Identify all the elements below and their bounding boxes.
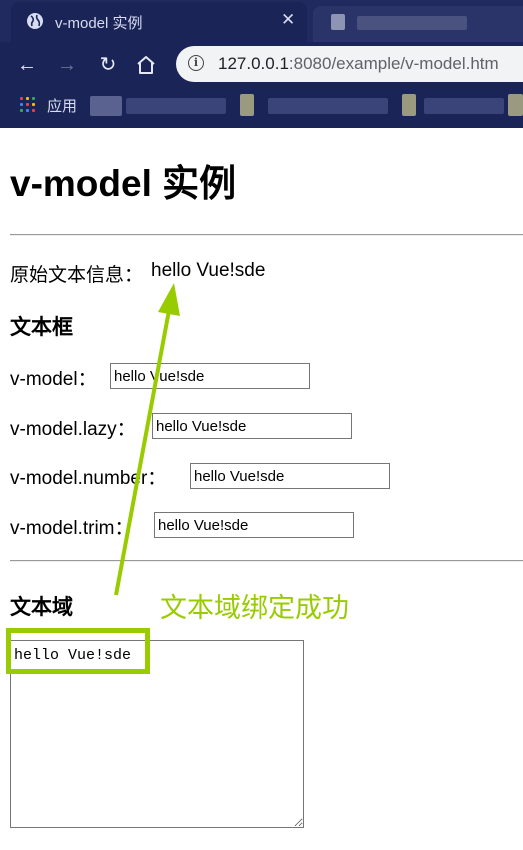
url-text: 127.0.0.1:8080/example/v-model.htm bbox=[218, 54, 499, 73]
toolbar: ← → ↻ i 127.0.0.1:8080/example/v-model.h… bbox=[0, 42, 523, 88]
section-input-title: 文本框 bbox=[10, 316, 73, 339]
tab-active[interactable]: v-model 实例 ✕ bbox=[11, 2, 307, 42]
v-model-input[interactable] bbox=[110, 363, 310, 389]
info-icon[interactable]: i bbox=[188, 55, 204, 71]
tab-strip: v-model 实例 ✕ bbox=[0, 0, 523, 42]
field-label-model: v-model： bbox=[10, 369, 97, 390]
page-title: v-model 实例 bbox=[10, 163, 237, 204]
apps-icon[interactable] bbox=[20, 97, 35, 112]
home-icon[interactable] bbox=[134, 53, 158, 77]
v-model-lazy-input[interactable] bbox=[152, 413, 352, 439]
divider bbox=[10, 234, 523, 236]
bookmarks-bar bbox=[0, 88, 523, 128]
original-value: hello Vue!sde bbox=[151, 260, 266, 281]
tab-title: v-model 实例 bbox=[55, 15, 143, 32]
annotation-text: 文本域绑定成功 bbox=[160, 593, 349, 624]
forward-icon[interactable]: → bbox=[53, 51, 81, 79]
annotation-highlight-box bbox=[6, 628, 150, 674]
close-icon[interactable]: ✕ bbox=[281, 9, 295, 31]
address-bar[interactable]: i 127.0.0.1:8080/example/v-model.htm bbox=[176, 46, 523, 82]
reload-icon[interactable]: ↻ bbox=[94, 51, 122, 79]
divider bbox=[10, 560, 523, 562]
field-label-trim: v-model.trim： bbox=[10, 518, 134, 539]
back-icon[interactable]: ← bbox=[13, 51, 41, 79]
field-label-lazy: v-model.lazy： bbox=[10, 419, 136, 440]
apps-label[interactable]: 应用 bbox=[47, 95, 77, 116]
original-label: 原始文本信息： bbox=[10, 265, 144, 286]
v-model-number-input[interactable] bbox=[190, 463, 390, 489]
tab-inactive[interactable] bbox=[313, 6, 523, 42]
globe-icon bbox=[27, 13, 43, 29]
field-label-number: v-model.number： bbox=[10, 468, 167, 489]
v-model-trim-input[interactable] bbox=[154, 512, 354, 538]
section-textarea-title: 文本域 bbox=[10, 596, 73, 619]
